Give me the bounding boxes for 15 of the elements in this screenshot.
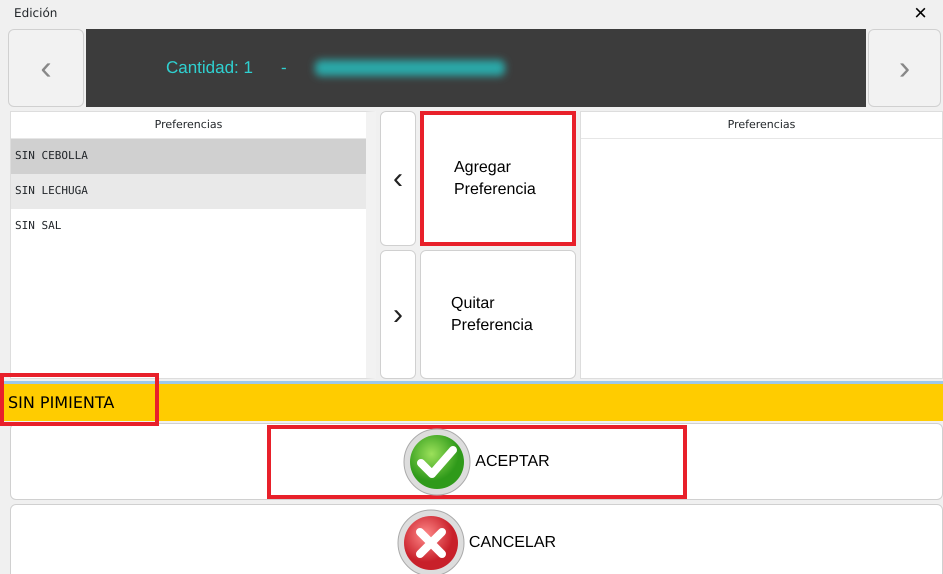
remove-preference-button[interactable]: Quitar Preferencia (420, 250, 576, 379)
window-title: Edición (14, 5, 58, 22)
cancel-button[interactable]: CANCELAR (10, 504, 943, 574)
add-preference-button[interactable]: Agregar Preferencia (420, 111, 576, 246)
right-arrow-button[interactable]: › (380, 250, 416, 379)
quantity-label: Cantidad: 1 (166, 57, 253, 80)
left-arrow-button[interactable]: ‹ (380, 111, 416, 246)
list-item[interactable]: SIN CEBOLLA (11, 138, 366, 174)
checkmark-icon (403, 428, 472, 496)
close-button[interactable]: × (910, 2, 931, 24)
accept-button[interactable]: ACEPTAR (10, 423, 943, 500)
list-item[interactable]: SIN LECHUGA (11, 174, 366, 208)
separator-text: - (280, 57, 287, 80)
cancel-icon (396, 508, 465, 574)
list-header: Preferencias (581, 112, 942, 138)
